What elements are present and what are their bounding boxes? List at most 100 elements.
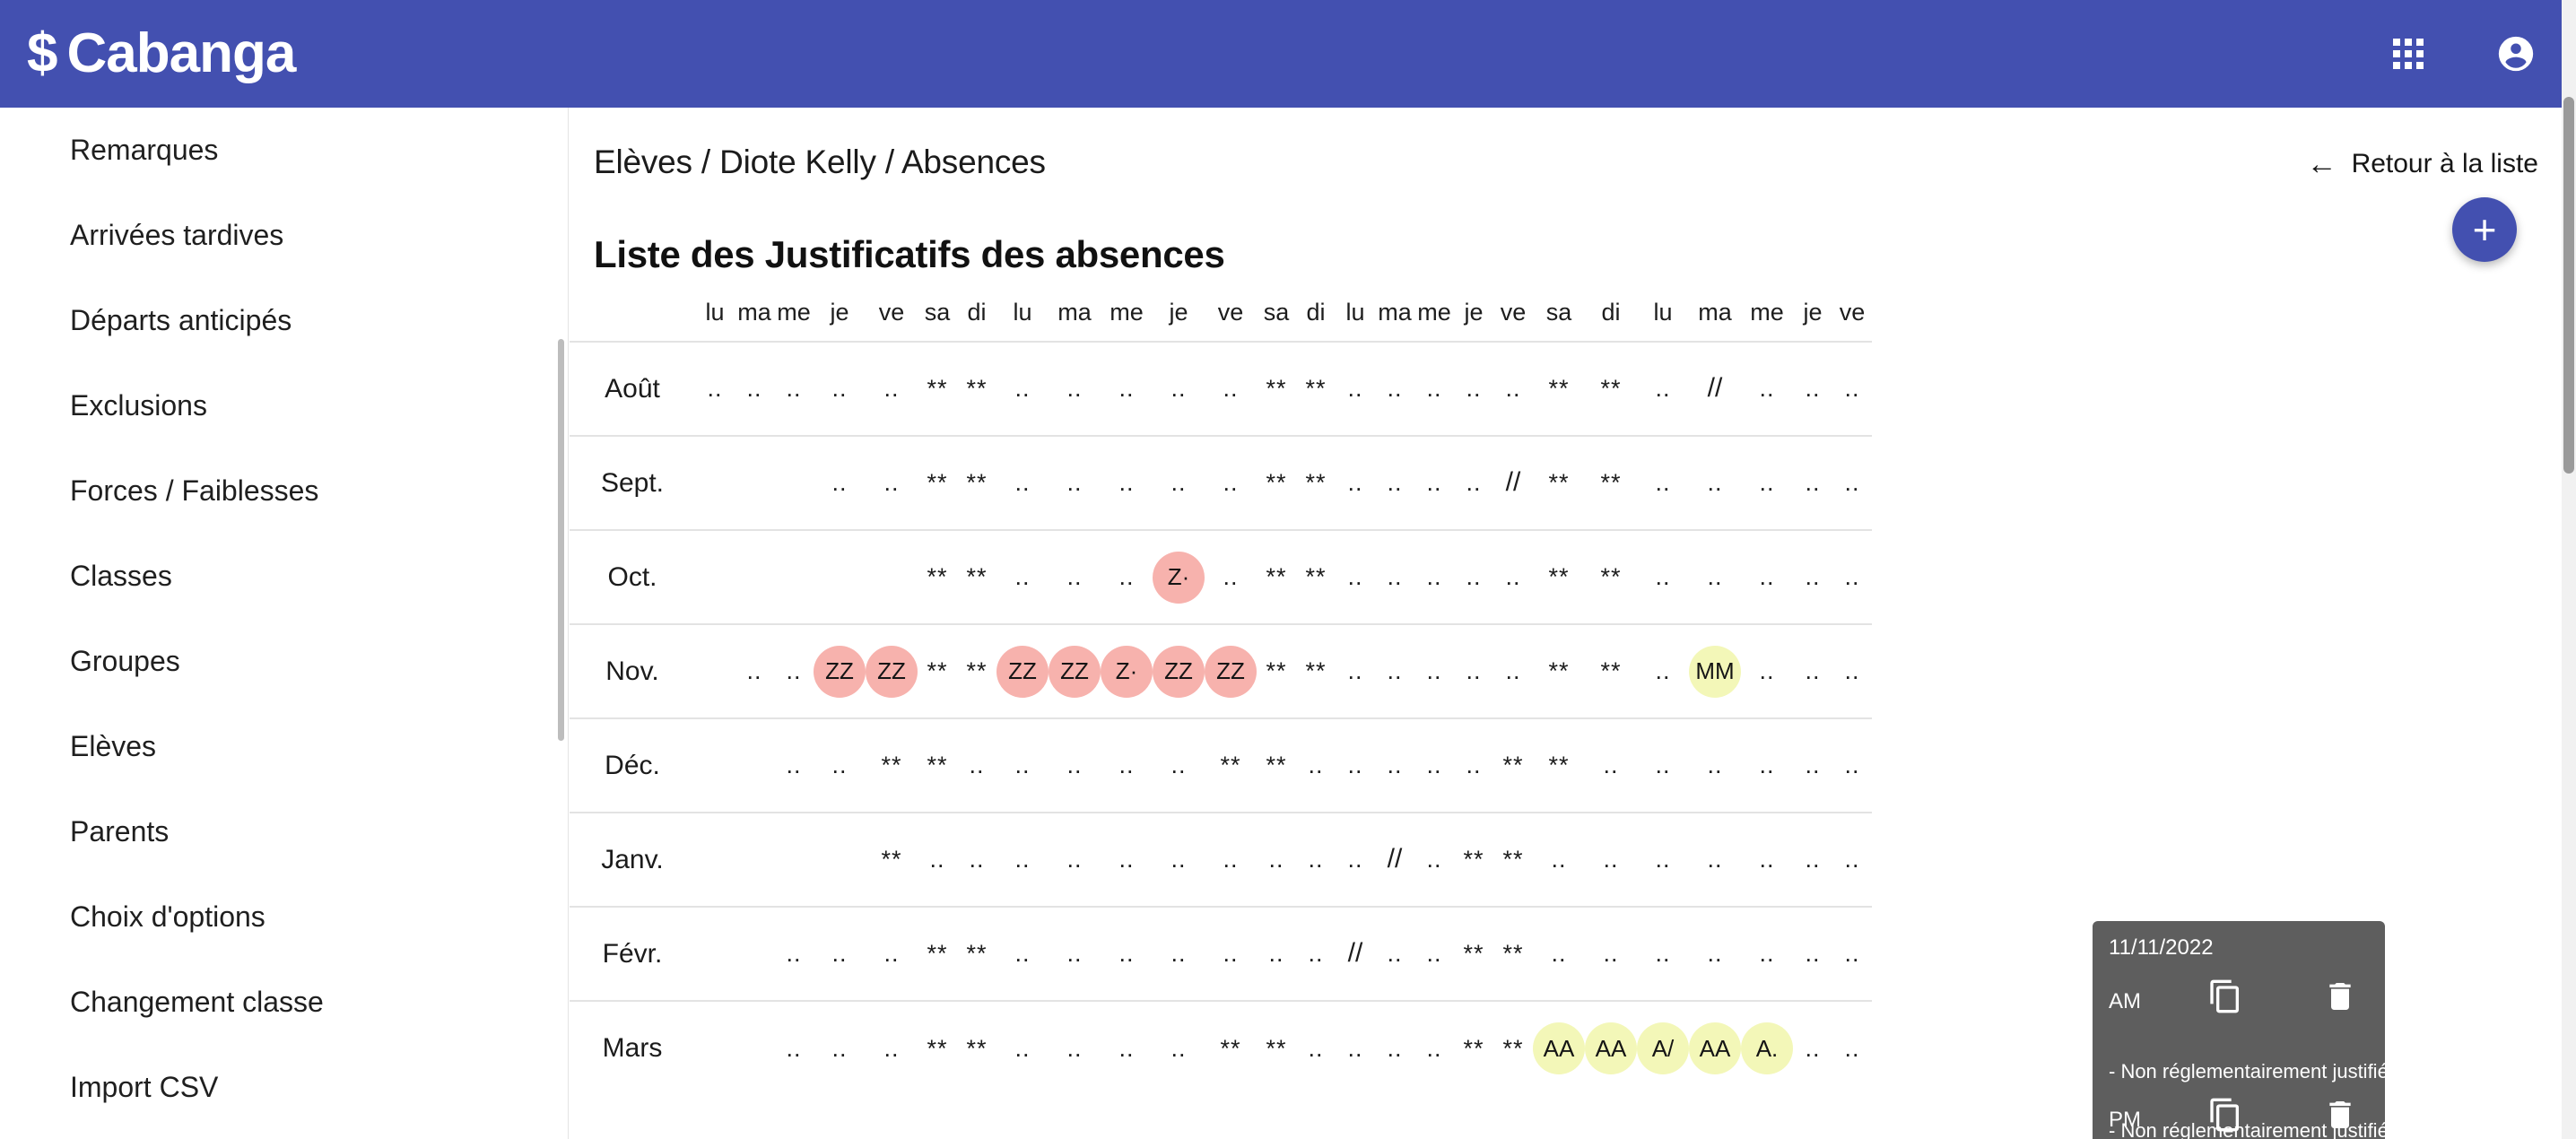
day-cell: .. xyxy=(996,717,1049,813)
account-circle-icon[interactable] xyxy=(2495,33,2537,74)
day-cell: .. xyxy=(814,435,866,530)
day-cell: .. xyxy=(1585,717,1637,813)
day-cell xyxy=(814,812,866,907)
day-cell: .. xyxy=(1101,906,1153,1001)
absence-badge[interactable]: AA xyxy=(1689,1022,1741,1074)
day-mark: .. xyxy=(1603,940,1619,967)
day-mark: ** xyxy=(1305,563,1327,590)
sidebar-scrollbar-thumb[interactable] xyxy=(558,339,564,741)
day-mark: .. xyxy=(1387,752,1403,778)
sidebar-item-label: Elèves xyxy=(70,730,157,762)
day-cell: ** xyxy=(918,717,957,813)
absence-badge[interactable]: ZZ xyxy=(1205,645,1257,698)
sidebar-item-import-csv[interactable]: Import CSV xyxy=(0,1045,568,1130)
sidebar-item-arrivees-tardives[interactable]: Arrivées tardives xyxy=(0,193,568,278)
absence-badge[interactable]: Z· xyxy=(1101,645,1153,698)
day-cell: .. xyxy=(957,812,996,907)
absence-badge-cell[interactable]: AA xyxy=(1533,1000,1585,1095)
day-cell: ** xyxy=(1257,529,1296,624)
absence-badge-cell[interactable]: ZZ xyxy=(1153,623,1205,718)
absence-badge[interactable]: MM xyxy=(1689,645,1741,698)
day-mark: .. xyxy=(1655,846,1671,873)
copy-icon[interactable] xyxy=(2207,978,2243,1014)
day-mark: ** xyxy=(1266,563,1287,590)
apps-grid-icon[interactable] xyxy=(2393,39,2424,69)
day-mark: .. xyxy=(1426,846,1442,873)
day-cell: .. xyxy=(1793,435,1832,530)
trash-icon[interactable] xyxy=(2322,978,2358,1014)
day-cell: .. xyxy=(1205,812,1257,907)
dollar-sign-icon: $ xyxy=(27,22,58,84)
day-cell: .. xyxy=(1049,435,1101,530)
day-cell: .. xyxy=(1741,906,1793,1001)
sidebar-item-classes[interactable]: Classes xyxy=(0,534,568,619)
sidebar-item-forces-faiblesses[interactable]: Forces / Faiblesses xyxy=(0,448,568,534)
day-cell: .. xyxy=(1414,435,1454,530)
day-cell: // xyxy=(1336,906,1375,1001)
sidebar-item-parents[interactable]: Parents xyxy=(0,789,568,874)
day-cell: .. xyxy=(1832,812,1872,907)
absence-badge[interactable]: A/ xyxy=(1637,1022,1689,1074)
sidebar-item-choix-doptions[interactable]: Choix d'options xyxy=(0,874,568,960)
absence-badge[interactable]: ZZ xyxy=(1049,645,1101,698)
add-justificatif-button[interactable]: + xyxy=(2452,197,2517,262)
brand-logo[interactable]: $ Cabanga xyxy=(27,22,296,84)
day-mark: ** xyxy=(1266,469,1287,496)
absence-badge[interactable]: AA xyxy=(1585,1022,1637,1074)
sidebar-scrollbar[interactable] xyxy=(555,108,568,1139)
day-mark: ** xyxy=(881,846,902,873)
day-mark: .. xyxy=(831,940,848,967)
day-cell: .. xyxy=(1454,435,1493,530)
absence-badge-cell[interactable]: ZZ xyxy=(1205,623,1257,718)
absence-badge-cell[interactable]: ZZ xyxy=(866,623,918,718)
day-cell: .. xyxy=(866,435,918,530)
sidebar-item-changement-classe[interactable]: Changement classe xyxy=(0,960,568,1045)
day-mark: .. xyxy=(1387,1034,1403,1062)
absence-badge-cell[interactable]: ZZ xyxy=(814,623,866,718)
absence-badge[interactable]: A. xyxy=(1741,1022,1793,1074)
absence-badge[interactable]: ZZ xyxy=(1153,645,1205,698)
day-mark: .. xyxy=(1347,846,1363,873)
sidebar-item-eleves[interactable]: Elèves xyxy=(0,704,568,789)
absence-badge-cell[interactable]: AA xyxy=(1585,1000,1637,1095)
absence-badge[interactable]: AA xyxy=(1533,1022,1585,1074)
tooltip-date: 11/11/2022 xyxy=(2109,935,2214,960)
day-cell: .. xyxy=(996,435,1049,530)
sidebar-item-groupes[interactable]: Groupes xyxy=(0,619,568,704)
day-mark: .. xyxy=(1759,846,1775,873)
day-cell: .. xyxy=(1414,1000,1454,1095)
day-cell: .. xyxy=(1375,623,1414,718)
day-cell: .. xyxy=(996,529,1049,624)
absence-badge-cell[interactable]: A. xyxy=(1741,1000,1793,1095)
absence-badge-cell[interactable]: Z· xyxy=(1101,623,1153,718)
day-mark: .. xyxy=(1426,940,1442,967)
day-mark: .. xyxy=(1551,846,1567,873)
day-mark: ** xyxy=(927,375,948,402)
absence-badge-cell[interactable]: A/ xyxy=(1637,1000,1689,1095)
day-cell: .. xyxy=(1414,341,1454,436)
day-cell: .. xyxy=(1153,435,1205,530)
absence-badge[interactable]: Z· xyxy=(1153,551,1205,604)
day-mark: ** xyxy=(1548,657,1570,684)
sidebar-item-remarques[interactable]: Remarques xyxy=(0,108,568,193)
sidebar-item-departs-anticipes[interactable]: Départs anticipés xyxy=(0,278,568,363)
absence-badge[interactable]: ZZ xyxy=(814,645,866,698)
day-cell: .. xyxy=(1336,1000,1375,1095)
day-mark: .. xyxy=(1466,375,1482,402)
absence-badge-cell[interactable]: ZZ xyxy=(996,623,1049,718)
day-cell: ** xyxy=(1296,435,1336,530)
page-scrollbar-thumb[interactable] xyxy=(2563,97,2574,474)
absence-badge[interactable]: ZZ xyxy=(866,645,918,698)
absence-badge-cell[interactable]: ZZ xyxy=(1049,623,1101,718)
sidebar-item-exclusions[interactable]: Exclusions xyxy=(0,363,568,448)
absence-badge-cell[interactable]: Z· xyxy=(1153,529,1205,624)
day-cell xyxy=(695,906,735,1001)
absence-badge-cell[interactable]: AA xyxy=(1689,1000,1741,1095)
day-mark: .. xyxy=(1387,563,1403,590)
absence-badge-cell[interactable]: MM xyxy=(1689,623,1741,718)
day-of-week-header: je xyxy=(830,298,849,326)
back-to-list-link[interactable]: ← Retour à la liste xyxy=(2307,149,2538,179)
day-cell: .. xyxy=(1101,1000,1153,1095)
page-scrollbar[interactable] xyxy=(2562,0,2576,1139)
absence-badge[interactable]: ZZ xyxy=(996,645,1049,698)
